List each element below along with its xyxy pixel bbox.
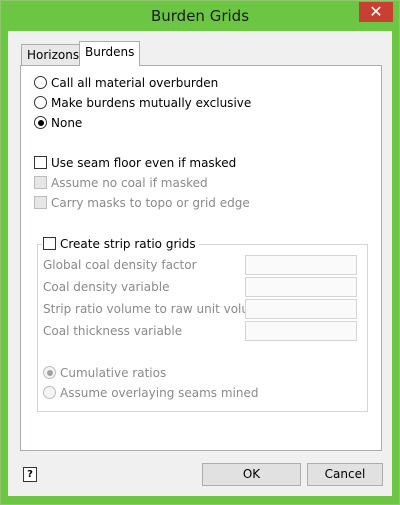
checkbox-icon (34, 176, 47, 189)
radio-button-icon (43, 386, 56, 399)
checkbox-icon[interactable] (43, 237, 56, 250)
radio-none[interactable]: None (34, 115, 82, 131)
checkbox-use-seam-floor[interactable]: Use seam floor even if masked (34, 155, 236, 171)
tab-horizons[interactable]: Horizons (21, 44, 86, 65)
checkbox-label: Carry masks to topo or grid edge (51, 196, 250, 210)
checkbox-create-strip-ratio-grids[interactable]: Create strip ratio grids (42, 236, 199, 252)
radio-button-selected-icon[interactable] (34, 116, 47, 129)
radio-label: Assume overlaying seams mined (60, 386, 259, 400)
coal-thickness-variable-label: Coal thickness variable (43, 324, 183, 338)
checkbox-label: Create strip ratio grids (60, 237, 196, 251)
dialog-client-area: Horizons Burdens Call all material overb… (8, 31, 392, 496)
help-icon[interactable]: ? (23, 467, 37, 482)
radio-button-icon[interactable] (34, 76, 47, 89)
close-button[interactable]: ✕ (359, 2, 393, 22)
radio-assume-overlaying-mined: Assume overlaying seams mined (43, 385, 259, 401)
global-coal-density-input (245, 255, 357, 275)
radio-label: Call all material overburden (51, 76, 219, 90)
radio-cumulative-ratios: Cumulative ratios (43, 365, 166, 381)
ok-button[interactable]: OK (202, 463, 301, 486)
burdens-tab-panel: Call all material overburden Make burden… (20, 65, 382, 451)
coal-thickness-variable-input (245, 321, 357, 341)
radio-call-all-overburden[interactable]: Call all material overburden (34, 75, 218, 91)
strip-ratio-volume-label: Strip ratio volume to raw unit volume (43, 302, 269, 316)
checkbox-label: Assume no coal if masked (51, 176, 208, 190)
checkbox-label: Use seam floor even if masked (51, 156, 237, 170)
burden-grids-dialog: Burden Grids ✕ Horizons Burdens Call all… (0, 0, 400, 505)
strip-ratio-volume-input (245, 299, 357, 319)
cancel-button[interactable]: Cancel (307, 463, 383, 486)
global-coal-density-label: Global coal density factor (43, 258, 197, 272)
radio-button-selected-icon (43, 366, 56, 379)
checkbox-icon[interactable] (34, 156, 47, 169)
radio-label: Make burdens mutually exclusive (51, 96, 252, 110)
radio-label: Cumulative ratios (60, 366, 167, 380)
checkbox-icon (34, 196, 47, 209)
checkbox-assume-no-coal: Assume no coal if masked (34, 175, 208, 191)
checkbox-carry-masks: Carry masks to topo or grid edge (34, 195, 250, 211)
close-icon: ✕ (369, 2, 383, 21)
tab-burdens[interactable]: Burdens (79, 41, 141, 66)
coal-density-variable-input (245, 277, 357, 297)
coal-density-variable-label: Coal density variable (43, 280, 170, 294)
radio-label: None (51, 116, 83, 130)
window-title: Burden Grids (150, 7, 250, 25)
title-bar[interactable]: Burden Grids ✕ (1, 1, 399, 31)
strip-ratio-group: Create strip ratio grids Global coal den… (37, 236, 368, 412)
radio-button-icon[interactable] (34, 96, 47, 109)
radio-mutually-exclusive[interactable]: Make burdens mutually exclusive (34, 95, 251, 111)
